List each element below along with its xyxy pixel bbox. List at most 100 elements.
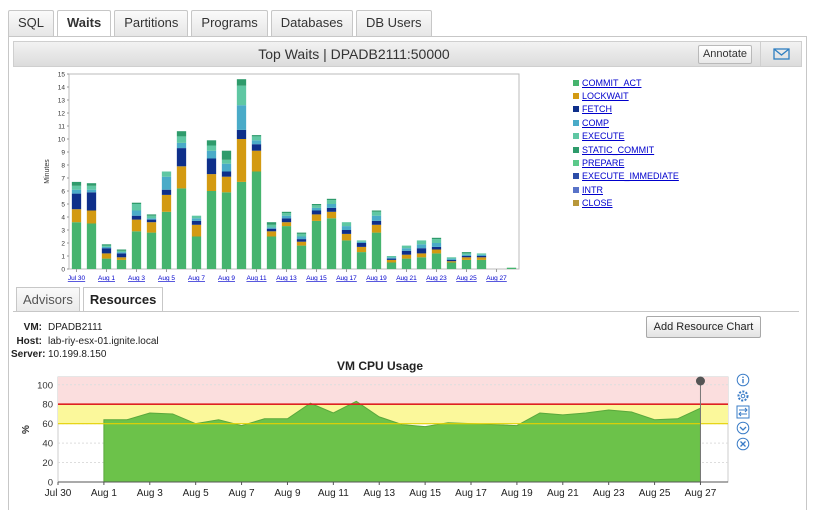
legend-item-intr[interactable]: INTR	[573, 183, 723, 196]
bar-segment	[146, 218, 157, 220]
bar-segment	[266, 231, 277, 237]
legend-label[interactable]: STATIC_COMMIT	[582, 145, 654, 155]
tab-advisors[interactable]: Advisors	[16, 287, 80, 312]
legend-swatch	[573, 186, 579, 193]
bar-segment	[101, 253, 112, 259]
x-tick-label: Aug 19	[366, 275, 387, 282]
y-tick-label: 11	[58, 124, 65, 131]
legend-label[interactable]: EXECUTE_IMMEDIATE	[582, 171, 679, 181]
legend-item-lockwait[interactable]: LOCKWAIT	[573, 89, 723, 102]
vm-label: VM:	[23, 322, 42, 333]
bar-segment	[296, 233, 307, 237]
bar-segment	[86, 223, 97, 269]
y-tick-label: 60	[42, 419, 53, 430]
email-button[interactable]	[760, 42, 802, 66]
x-tick-label: Aug 23	[426, 275, 447, 282]
bar-segment	[401, 250, 412, 255]
legend-label[interactable]: COMMIT_ACT	[582, 78, 642, 88]
bar-segment	[266, 228, 277, 232]
legend-item-prepare[interactable]: PREPARE	[573, 156, 723, 169]
tab-databases[interactable]: Databases	[270, 10, 353, 36]
legend-item-fetch[interactable]: FETCH	[573, 103, 723, 116]
x-tick-label: Aug 19	[501, 488, 533, 499]
tab-programs[interactable]: Programs	[191, 10, 268, 36]
close-icon[interactable]	[736, 437, 750, 451]
y-tick-label: 80	[42, 400, 53, 411]
tab-sql[interactable]: SQL	[8, 10, 55, 36]
legend-item-comp[interactable]: COMP	[573, 116, 723, 129]
bar-segment	[371, 215, 382, 221]
legend-swatch	[573, 200, 579, 207]
x-tick-label: Aug 25	[456, 275, 477, 282]
bar-segment	[236, 139, 247, 182]
bar-segment	[131, 215, 142, 220]
bar-segment	[476, 254, 487, 256]
bar-segment	[71, 185, 82, 190]
bar-segment	[116, 252, 127, 254]
legend-item-execute-immediate[interactable]: EXECUTE_IMMEDIATE	[573, 170, 723, 183]
bar-segment	[356, 252, 367, 269]
y-tick-label: 0	[61, 267, 65, 274]
bar-segment	[251, 150, 262, 172]
x-tick-label: Aug 9	[274, 488, 301, 499]
bar-segment	[326, 200, 337, 204]
legend-label[interactable]: LOCKWAIT	[582, 91, 629, 101]
bar-segment	[341, 233, 352, 241]
legend-label[interactable]: COMP	[582, 118, 609, 128]
x-tick-label: Aug 7	[188, 275, 205, 282]
x-tick-label: Aug 1	[98, 275, 115, 282]
bar-segment	[311, 207, 322, 211]
chevron-down-icon[interactable]	[736, 421, 750, 435]
add-resource-chart-button[interactable]: Add Resource Chart	[646, 316, 761, 338]
bar-segment	[386, 258, 397, 260]
y-tick-label: 6	[61, 189, 65, 196]
bar-segment	[281, 222, 292, 227]
tab-waits[interactable]: Waits	[57, 10, 112, 38]
bar-segment	[461, 256, 472, 258]
info-icon[interactable]	[736, 373, 750, 387]
tab-partitions[interactable]: Partitions	[114, 10, 189, 36]
y-tick-label: 2	[61, 241, 65, 248]
bar-segment	[371, 210, 382, 212]
bar-segment	[401, 248, 412, 251]
bar-segment	[86, 185, 97, 190]
bar-segment	[221, 150, 232, 160]
settings-icon[interactable]	[736, 389, 750, 403]
swap-icon[interactable]	[736, 405, 750, 419]
bar-segment	[416, 257, 427, 269]
bar-segment	[146, 214, 157, 216]
legend-item-execute[interactable]: EXECUTE	[573, 130, 723, 143]
legend-label[interactable]: FETCH	[582, 104, 612, 114]
y-tick-label: 100	[37, 380, 53, 391]
bar-segment	[206, 158, 217, 175]
bar-segment	[431, 246, 442, 250]
bar-segment	[101, 248, 112, 254]
legend-swatch	[573, 79, 579, 86]
tab-db-users[interactable]: DB Users	[355, 10, 432, 36]
legend-label[interactable]: INTR	[582, 185, 603, 195]
x-tick-label: Aug 11	[246, 275, 267, 282]
bar-segment	[446, 262, 457, 269]
tab-resources[interactable]: Resources	[82, 287, 164, 312]
host-value: lab-riy-esx-01.ignite.local	[48, 335, 159, 347]
legend-label[interactable]: CLOSE	[582, 198, 613, 208]
legend-label[interactable]: PREPARE	[582, 158, 624, 168]
annotate-button[interactable]: Annotate	[698, 45, 752, 64]
legend-item-commit-act[interactable]: COMMIT_ACT	[573, 76, 723, 89]
bar-segment	[356, 241, 367, 243]
bar-segment	[401, 245, 412, 249]
bar-segment	[86, 192, 97, 211]
bar-segment	[356, 243, 367, 247]
x-tick-label: Jul 30	[68, 275, 86, 282]
vm-row: VM: DPADB2111	[11, 322, 159, 336]
time-marker-handle	[695, 376, 705, 386]
legend-item-static-commit[interactable]: STATIC_COMMIT	[573, 143, 723, 156]
legend-item-close[interactable]: CLOSE	[573, 197, 723, 210]
bar-segment	[296, 241, 307, 246]
bar-segment	[311, 214, 322, 221]
bar-segment	[101, 258, 112, 269]
bar-segment	[356, 240, 367, 242]
legend-swatch	[573, 93, 579, 100]
x-tick-label: Aug 11	[318, 488, 349, 499]
legend-label[interactable]: EXECUTE	[582, 131, 625, 141]
